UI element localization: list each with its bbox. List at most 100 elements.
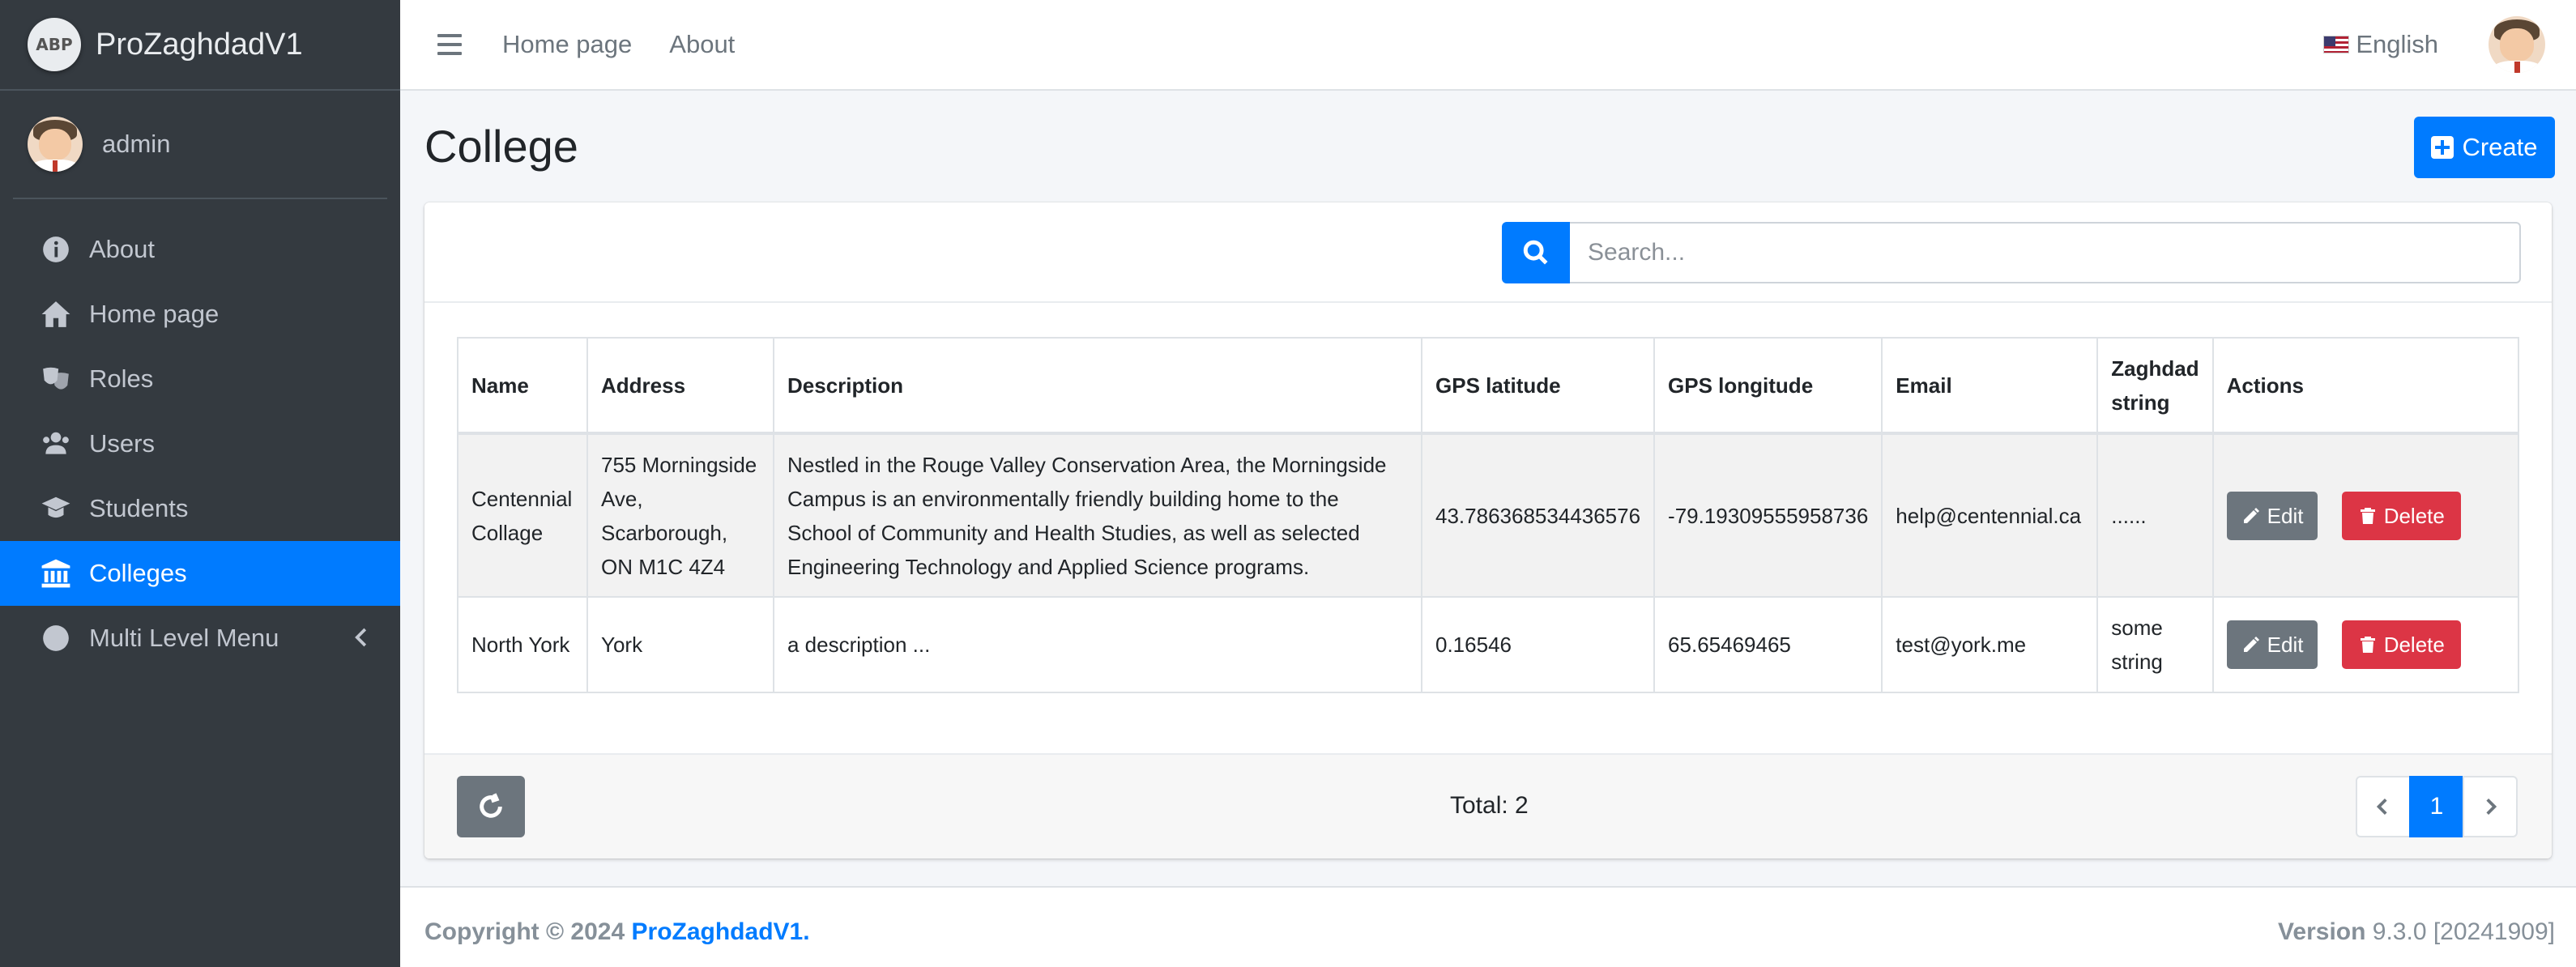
column-header-address[interactable]: Address [586,337,774,434]
sidebar-item-label: Students [89,494,189,522]
copyright-text: Copyright © 2024 [424,918,625,945]
users-icon [39,427,73,461]
brand-link[interactable]: ABP ProZaghdadV1 [0,0,400,91]
refresh-button[interactable] [457,776,525,837]
copyright: Copyright © 2024 ProZaghdadV1. [424,918,810,946]
card-header [424,202,2552,303]
column-header-email[interactable]: Email [1881,337,2099,434]
info-circle-icon [39,232,73,266]
sidebar-item-label: Users [89,429,155,458]
cell-address: York [586,596,774,693]
sidebar-item-label: Multi Level Menu [89,624,279,652]
cell-gps-longitude: 65.65469465 [1653,596,1883,693]
table-row: North York York a description ... 0.1654… [457,596,2520,693]
avatar [28,117,83,172]
brand-logo: ABP [28,18,81,71]
column-header-gps-longitude[interactable]: GPS longitude [1653,337,1883,434]
refresh-icon [480,793,502,818]
sidebar-item-label: Colleges [89,559,187,587]
menu-toggle-icon[interactable] [437,28,470,61]
chevron-left-icon [350,625,374,650]
brand-name: ProZaghdadV1 [96,27,303,62]
trash-icon [2360,637,2375,653]
graduation-cap-icon [39,492,73,526]
column-header-actions: Actions [2211,337,2520,434]
home-icon [39,297,73,331]
sidebar-item-colleges[interactable]: Colleges [0,541,400,606]
sidebar-item-home-page[interactable]: Home page [0,282,400,347]
page-title: College [424,121,578,172]
colleges-table: Name Address Description GPS latitude GP… [457,337,2520,693]
cell-actions: Edit Delete [2211,596,2520,693]
search-button[interactable] [1502,222,1570,283]
edit-button-label: Edit [2267,503,2304,528]
cell-description: Nestled in the Rouge Valley Conservation… [773,432,1422,598]
column-header-zaghdad-string[interactable]: Zaghdad string [2096,337,2214,434]
top-link-about[interactable]: About [669,30,735,59]
cell-email: help@centennial.ca [1881,432,2099,598]
sidebar-nav: About Home page Roles Users Students Col… [0,217,400,671]
cell-gps-latitude: 0.16546 [1420,596,1656,693]
column-header-name[interactable]: Name [457,337,588,434]
search-group [1502,222,2521,283]
edit-button[interactable]: Edit [2226,491,2318,540]
trash-icon [2360,507,2375,524]
sidebar-item-label: Home page [89,300,220,328]
footer-brand-link[interactable]: ProZaghdadV1 [632,918,804,945]
column-header-description[interactable]: Description [773,337,1422,434]
edit-button[interactable]: Edit [2226,620,2318,669]
sidebar-item-label: Roles [89,364,154,393]
edit-button-label: Edit [2267,633,2304,657]
cell-gps-latitude: 43.786368534436576 [1420,432,1656,598]
colleges-table-wrapper: Name Address Description GPS latitude GP… [457,337,2520,693]
language-dropdown[interactable]: English [2323,30,2438,59]
user-avatar-menu[interactable] [2489,16,2545,73]
top-link-home-page[interactable]: Home page [502,30,632,59]
theater-masks-icon [39,362,73,396]
cell-zaghdad-string: ...... [2096,432,2214,598]
plus-square-icon [2431,136,2454,159]
sidebar-item-users[interactable]: Users [0,411,400,476]
version-value: 9.3.0 [20241909] [2372,918,2555,945]
cell-name: North York [457,596,588,693]
sidebar-item-multi-level-menu[interactable]: Multi Level Menu [0,606,400,671]
sidebar-item-about[interactable]: About [0,217,400,282]
user-panel[interactable]: admin [13,91,387,199]
total-count: Total: 2 [1450,792,1529,819]
top-navbar: Home page About English [400,0,2576,91]
pencil-icon [2243,507,2259,523]
sidebar-item-students[interactable]: Students [0,476,400,541]
cell-actions: Edit Delete [2211,432,2520,598]
search-icon [1523,240,1548,265]
chevron-left-icon [2376,798,2387,816]
delete-button-label: Delete [2383,503,2445,528]
footer-dot: . [803,918,810,945]
sidebar-item-roles[interactable]: Roles [0,347,400,411]
cell-gps-longitude: -79.19309555958736 [1653,432,1883,598]
version-label: Version [2278,918,2366,945]
create-button[interactable]: Create [2414,117,2555,178]
delete-button[interactable]: Delete [2341,491,2461,540]
sidebar-item-label: About [89,235,156,263]
table-row: Centennial Collage 755 Morningside Ave, … [457,432,2520,598]
cell-address: 755 Morningside Ave, Scarborough, ON M1C… [586,432,774,598]
card-footer: Total: 2 1 [424,753,2552,858]
pagination: 1 [2356,776,2552,837]
pagination-next[interactable] [2463,776,2518,837]
cell-zaghdad-string: some string [2096,596,2214,693]
us-flag-icon [2323,36,2350,53]
sidebar: ABP ProZaghdadV1 admin About Home page R… [0,0,400,967]
table-header-row: Name Address Description GPS latitude GP… [457,337,2520,434]
page-header: College Create [400,91,2576,201]
page-footer: Copyright © 2024 ProZaghdadV1. Version 9… [400,886,2576,967]
user-name: admin [102,130,171,158]
colleges-card: Name Address Description GPS latitude GP… [424,202,2552,858]
pagination-prev[interactable] [2356,776,2411,837]
search-input[interactable] [1570,222,2521,283]
main-content: College Create Name Address Description [400,91,2576,858]
column-header-gps-latitude[interactable]: GPS latitude [1420,337,1656,434]
version-info: Version 9.3.0 [20241909] [2278,918,2555,946]
delete-button[interactable]: Delete [2341,620,2461,669]
pagination-page[interactable]: 1 [2409,776,2464,837]
circle-icon [39,621,73,655]
